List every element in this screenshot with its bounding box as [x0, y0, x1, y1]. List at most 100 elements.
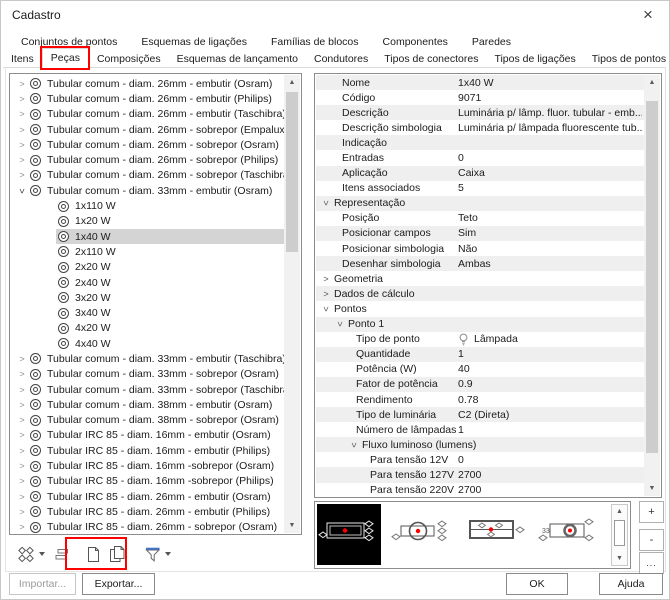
tree-item[interactable]: Tubular comum - diam. 26mm - sobrepor (O…: [11, 137, 284, 152]
chevron-right-icon[interactable]: [16, 385, 28, 395]
chevron-right-icon[interactable]: [320, 274, 332, 284]
chevron-right-icon[interactable]: [16, 400, 28, 410]
add-symbol-button[interactable]: +: [639, 501, 664, 523]
associate-items-button[interactable]: [17, 545, 45, 563]
property-row[interactable]: Indicação: [316, 135, 644, 150]
property-row[interactable]: Tipo de pontoLâmpada: [316, 332, 644, 347]
tree-item[interactable]: Tubular comum - diam. 33mm - sobrepor (T…: [11, 382, 284, 397]
tree-item[interactable]: 3x20 W: [11, 290, 284, 305]
remove-symbol-button[interactable]: -: [639, 529, 664, 551]
tree-item[interactable]: Tubular IRC 85 - diam. 16mm - embutir (P…: [11, 443, 284, 458]
list-items-button[interactable]: [54, 546, 70, 562]
tab-composicoes[interactable]: Composições: [89, 50, 169, 67]
chevron-right-icon[interactable]: [16, 125, 28, 135]
tab-tipos-de-conectores[interactable]: Tipos de conectores: [376, 50, 486, 67]
tree-item[interactable]: 2x40 W: [11, 275, 284, 290]
chevron-right-icon[interactable]: [16, 415, 28, 425]
tree-item[interactable]: Tubular IRC 85 - diam. 26mm - sobrepor (…: [11, 520, 284, 533]
tab-familias-de-blocos[interactable]: Famílias de blocos: [259, 33, 371, 50]
chevron-down-icon[interactable]: [17, 185, 27, 197]
symbol-thumb[interactable]: [463, 504, 527, 565]
scroll-up-icon[interactable]: [644, 75, 660, 90]
scroll-down-icon[interactable]: [284, 518, 300, 533]
chevron-right-icon[interactable]: [16, 94, 28, 104]
tree-item[interactable]: Tubular comum - diam. 33mm - sobrepor (O…: [11, 367, 284, 382]
exportar-button[interactable]: Exportar...: [82, 573, 155, 595]
symbol-thumb[interactable]: [390, 504, 454, 565]
property-row[interactable]: Itens associados5: [316, 181, 644, 196]
tab-esquemas-de-ligacoes[interactable]: Esquemas de ligações: [129, 33, 259, 50]
ok-button[interactable]: OK: [506, 573, 568, 595]
chevron-right-icon[interactable]: [16, 492, 28, 502]
property-row[interactable]: Desenhar simbologiaAmbas: [316, 256, 644, 271]
property-group-row[interactable]: Representação: [316, 196, 644, 211]
chevron-right-icon[interactable]: [16, 369, 28, 379]
tree-item[interactable]: Tubular comum - diam. 38mm - embutir (Os…: [11, 397, 284, 412]
chevron-right-icon[interactable]: [16, 461, 28, 471]
tree-scrollbar[interactable]: [284, 75, 300, 533]
tree-item[interactable]: Tubular comum - diam. 26mm - embutir (Ph…: [11, 91, 284, 106]
ajuda-button[interactable]: Ajuda: [599, 573, 663, 595]
property-row[interactable]: Tipo de lumináriaC2 (Direta): [316, 407, 644, 422]
paste-button[interactable]: [108, 545, 127, 563]
property-row[interactable]: DescriçãoLuminária p/ lâmp. fluor. tubul…: [316, 105, 644, 120]
tab-tipos-de-pontos[interactable]: Tipos de pontos: [584, 50, 670, 67]
property-row[interactable]: Entradas0: [316, 150, 644, 165]
property-row[interactable]: Posicionar simbologiaNão: [316, 241, 644, 256]
scrollbar-thumb[interactable]: [646, 101, 658, 453]
chevron-right-icon[interactable]: [16, 507, 28, 517]
tree-item[interactable]: Tubular IRC 85 - diam. 16mm - embutir (O…: [11, 428, 284, 443]
scroll-down-icon[interactable]: [644, 481, 660, 496]
tree-item[interactable]: Tubular comum - diam. 33mm - embutir (Os…: [11, 183, 284, 198]
grid-scrollbar[interactable]: [644, 75, 660, 496]
tree-item[interactable]: Tubular IRC 85 - diam. 16mm -sobrepor (O…: [11, 458, 284, 473]
tree-item[interactable]: Tubular IRC 85 - diam. 26mm - embutir (O…: [11, 489, 284, 504]
property-row[interactable]: Fator de potência0.9: [316, 377, 644, 392]
symbol-thumb-selected[interactable]: [317, 504, 381, 565]
scrollbar-thumb[interactable]: [614, 520, 625, 546]
tree-item[interactable]: 1x110 W: [11, 198, 284, 213]
tree-item[interactable]: Tubular comum - diam. 26mm - embutir (Os…: [11, 76, 284, 91]
chevron-right-icon[interactable]: [16, 170, 28, 180]
chevron-down-icon[interactable]: [335, 318, 345, 330]
tab-esquemas-de-lancamento[interactable]: Esquemas de lançamento: [169, 50, 306, 67]
property-row[interactable]: Para tensão 220V2700: [316, 483, 644, 496]
property-row[interactable]: Número de lâmpadas1: [316, 422, 644, 437]
tab-paredes[interactable]: Paredes: [460, 33, 523, 50]
chevron-right-icon[interactable]: [16, 155, 28, 165]
chevron-right-icon[interactable]: [16, 79, 28, 89]
property-row[interactable]: Posicionar camposSim: [316, 226, 644, 241]
property-row[interactable]: Descrição simbologiaLuminária p/ lâmpada…: [316, 120, 644, 135]
chevron-down-icon[interactable]: [321, 303, 331, 315]
copy-button[interactable]: [85, 546, 101, 563]
tab-componentes[interactable]: Componentes: [371, 33, 460, 50]
symbol-thumb[interactable]: 33: [536, 504, 600, 565]
property-group-row[interactable]: Dados de cálculo: [316, 286, 644, 301]
tree-item[interactable]: Tubular comum - diam. 33mm - embutir (Ta…: [11, 351, 284, 366]
chevron-right-icon[interactable]: [16, 354, 28, 364]
property-group-row[interactable]: Fluxo luminoso (lumens): [316, 437, 644, 452]
property-row[interactable]: Quantidade1: [316, 347, 644, 362]
tree-item[interactable]: Tubular comum - diam. 26mm - sobrepor (T…: [11, 168, 284, 183]
more-options-button[interactable]: ...: [639, 552, 664, 574]
chevron-right-icon[interactable]: [16, 476, 28, 486]
chevron-right-icon[interactable]: [16, 109, 28, 119]
tree-item[interactable]: Tubular IRC 85 - diam. 16mm -sobrepor (P…: [11, 474, 284, 489]
tab-pecas[interactable]: Peças: [42, 48, 89, 68]
property-row[interactable]: Potência (W)40: [316, 362, 644, 377]
tree-item[interactable]: 1x40 W: [11, 229, 284, 244]
tree-item[interactable]: 2x20 W: [11, 260, 284, 275]
tree-item[interactable]: 4x40 W: [11, 336, 284, 351]
property-row[interactable]: PosiçãoTeto: [316, 211, 644, 226]
property-row[interactable]: Rendimento0.78: [316, 392, 644, 407]
tab-tipos-de-ligacoes[interactable]: Tipos de ligações: [486, 50, 583, 67]
property-group-row[interactable]: Ponto 1: [316, 317, 644, 332]
property-group-row[interactable]: Pontos: [316, 301, 644, 316]
scroll-up-icon[interactable]: [284, 75, 300, 90]
chevron-right-icon[interactable]: [16, 522, 28, 532]
tree-item[interactable]: Tubular IRC 85 - diam. 26mm - embutir (P…: [11, 504, 284, 519]
tree-item[interactable]: Tubular comum - diam. 26mm - embutir (Ta…: [11, 107, 284, 122]
property-group-row[interactable]: Geometria: [316, 271, 644, 286]
chevron-down-icon[interactable]: [321, 197, 331, 209]
tree-item[interactable]: 2x110 W: [11, 244, 284, 259]
